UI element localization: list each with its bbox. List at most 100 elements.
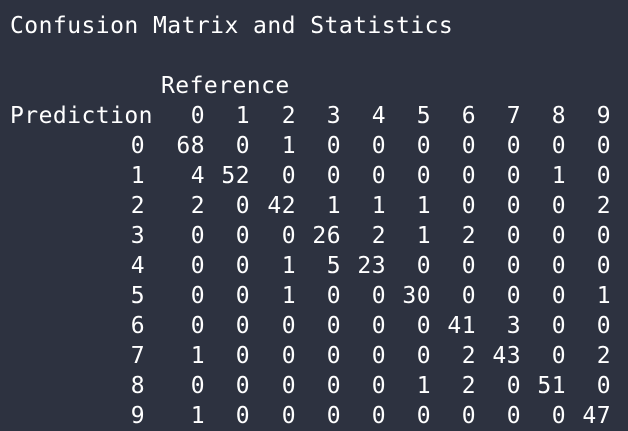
matrix-cell: 1 — [416, 193, 431, 219]
reference-class-9: 9 — [596, 103, 611, 129]
reference-class-4: 4 — [371, 103, 386, 129]
matrix-cell: 0 — [506, 193, 521, 219]
matrix-cell: 0 — [461, 253, 476, 279]
reference-class-3: 3 — [326, 103, 341, 129]
prediction-class-0: 0 — [130, 133, 145, 159]
matrix-cell: 0 — [551, 253, 566, 279]
matrix-cell: 1 — [281, 133, 296, 159]
matrix-cell: 0 — [506, 223, 521, 249]
matrix-cell: 0 — [281, 223, 296, 249]
matrix-cell: 0 — [326, 373, 341, 399]
reference-class-0: 0 — [190, 103, 205, 129]
matrix-cell: 5 — [326, 253, 341, 279]
matrix-cell: 0 — [596, 373, 611, 399]
matrix-cell: 1 — [551, 163, 566, 189]
matrix-cell: 0 — [326, 283, 341, 309]
matrix-cell: 0 — [326, 313, 341, 339]
matrix-cell: 68 — [176, 133, 205, 159]
matrix-cell: 26 — [312, 223, 341, 249]
matrix-cell: 0 — [371, 373, 386, 399]
matrix-cell: 0 — [371, 343, 386, 369]
matrix-cell: 41 — [447, 313, 476, 339]
matrix-cell: 0 — [235, 373, 250, 399]
matrix-cell: 0 — [596, 133, 611, 159]
matrix-cell: 0 — [190, 253, 205, 279]
matrix-cell: 1 — [190, 403, 205, 429]
matrix-cell: 2 — [461, 373, 476, 399]
matrix-cell: 3 — [506, 313, 521, 339]
matrix-cell: 0 — [416, 163, 431, 189]
matrix-cell: 0 — [235, 133, 250, 159]
matrix-cell: 0 — [371, 313, 386, 339]
reference-class-2: 2 — [281, 103, 296, 129]
matrix-cell: 0 — [371, 283, 386, 309]
matrix-cell: 52 — [221, 163, 250, 189]
matrix-cell: 0 — [371, 403, 386, 429]
matrix-cell: 2 — [596, 193, 611, 219]
matrix-cell: 0 — [326, 163, 341, 189]
matrix-cell: 0 — [461, 133, 476, 159]
matrix-cell: 1 — [281, 253, 296, 279]
matrix-cell: 0 — [506, 163, 521, 189]
matrix-cell: 0 — [235, 313, 250, 339]
matrix-cell: 0 — [326, 343, 341, 369]
matrix-cell: 30 — [402, 283, 431, 309]
matrix-cell: 0 — [551, 313, 566, 339]
matrix-cell: 0 — [461, 403, 476, 429]
matrix-cell: 0 — [506, 133, 521, 159]
matrix-cell: 0 — [506, 403, 521, 429]
reference-label: Reference — [161, 73, 290, 99]
matrix-cell: 0 — [190, 373, 205, 399]
matrix-cell: 2 — [596, 343, 611, 369]
prediction-class-2: 2 — [130, 193, 145, 219]
matrix-cell: 1 — [190, 343, 205, 369]
prediction-class-8: 8 — [130, 373, 145, 399]
matrix-cell: 0 — [416, 313, 431, 339]
matrix-cell: 0 — [551, 283, 566, 309]
matrix-cell: 0 — [326, 133, 341, 159]
matrix-cell: 0 — [190, 313, 205, 339]
matrix-cell: 0 — [235, 343, 250, 369]
matrix-cell: 0 — [461, 283, 476, 309]
matrix-cell: 0 — [281, 313, 296, 339]
reference-class-7: 7 — [506, 103, 521, 129]
matrix-cell: 0 — [506, 373, 521, 399]
matrix-cell: 23 — [357, 253, 386, 279]
matrix-cell: 0 — [371, 133, 386, 159]
matrix-cell: 0 — [551, 223, 566, 249]
matrix-cell: 0 — [281, 343, 296, 369]
matrix-cell: 47 — [582, 403, 611, 429]
matrix-cell: 0 — [551, 403, 566, 429]
matrix-cell: 4 — [190, 163, 205, 189]
prediction-class-9: 9 — [130, 403, 145, 429]
matrix-cell: 0 — [235, 283, 250, 309]
matrix-cell: 1 — [416, 373, 431, 399]
matrix-cell: 0 — [596, 163, 611, 189]
output-title: Confusion Matrix and Statistics — [10, 13, 454, 39]
matrix-cell: 2 — [461, 223, 476, 249]
matrix-cell: 0 — [461, 193, 476, 219]
matrix-cell: 0 — [416, 253, 431, 279]
console-output: Confusion Matrix and Statistics Referenc… — [0, 0, 628, 431]
reference-class-1: 1 — [235, 103, 250, 129]
matrix-cell: 0 — [416, 133, 431, 159]
matrix-cell: 43 — [492, 343, 521, 369]
matrix-cell: 0 — [416, 403, 431, 429]
matrix-cell: 0 — [190, 223, 205, 249]
matrix-cell: 0 — [281, 163, 296, 189]
matrix-cell: 0 — [235, 403, 250, 429]
matrix-cell: 2 — [371, 223, 386, 249]
matrix-cell: 42 — [267, 193, 296, 219]
prediction-class-4: 4 — [130, 253, 145, 279]
prediction-class-3: 3 — [130, 223, 145, 249]
matrix-cell: 1 — [326, 193, 341, 219]
matrix-cell: 0 — [235, 193, 250, 219]
matrix-cell: 0 — [551, 343, 566, 369]
matrix-cell: 0 — [506, 283, 521, 309]
prediction-label: Prediction — [10, 103, 153, 129]
matrix-cell: 0 — [596, 313, 611, 339]
matrix-cell: 0 — [235, 253, 250, 279]
prediction-class-5: 5 — [130, 283, 145, 309]
prediction-class-1: 1 — [130, 163, 145, 189]
matrix-cell: 0 — [281, 403, 296, 429]
